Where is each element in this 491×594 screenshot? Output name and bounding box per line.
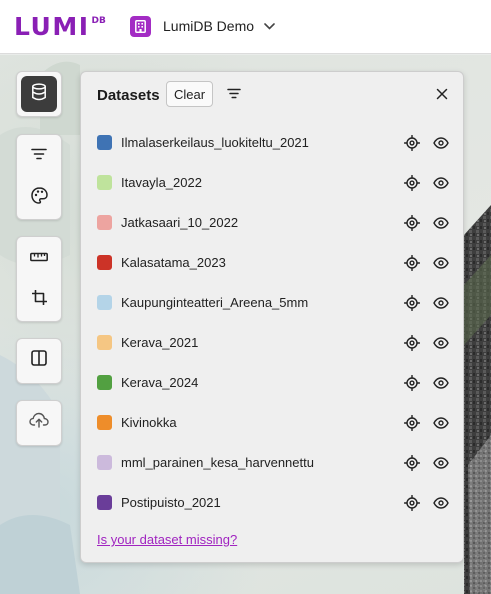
dataset-row[interactable]: Kalasatama_2023 <box>81 243 463 283</box>
project-selector[interactable]: LumiDB Demo <box>130 14 275 38</box>
database-icon <box>31 82 47 106</box>
dataset-name: Kerava_2024 <box>121 375 199 390</box>
eye-icon[interactable] <box>433 176 449 194</box>
eye-icon[interactable] <box>433 216 449 234</box>
crop-icon <box>31 289 47 310</box>
dataset-name: Itavayla_2022 <box>121 175 202 190</box>
dataset-name: Kaupunginteatteri_Areena_5mm <box>121 295 309 310</box>
locate-icon[interactable] <box>403 374 421 396</box>
locate-icon[interactable] <box>403 414 421 436</box>
filter-icon <box>31 147 47 165</box>
dataset-name: Kalasatama_2023 <box>121 255 226 270</box>
dataset-color-swatch[interactable] <box>97 335 112 350</box>
dataset-name: Ilmalaserkeilaus_luokiteltu_2021 <box>121 135 309 150</box>
dataset-row[interactable]: Ilmalaserkeilaus_luokiteltu_2021 <box>81 123 463 163</box>
eye-icon[interactable] <box>433 336 449 354</box>
upload-button[interactable] <box>17 401 61 443</box>
dataset-row[interactable]: mml_parainen_kesa_harvennettu <box>81 443 463 483</box>
datasets-button[interactable] <box>21 76 57 112</box>
eye-icon[interactable] <box>433 416 449 434</box>
dataset-row[interactable]: Kerava_2024 <box>81 363 463 403</box>
dataset-name: Postipuisto_2021 <box>121 495 221 510</box>
locate-icon[interactable] <box>403 294 421 316</box>
dataset-name: Jatkasaari_10_2022 <box>121 215 239 230</box>
ruler-icon <box>30 249 48 267</box>
dataset-color-swatch[interactable] <box>97 135 112 150</box>
dataset-row[interactable]: Kerava_2021 <box>81 323 463 363</box>
toolbar-measure-group <box>16 236 62 322</box>
split-view-button[interactable] <box>17 339 61 381</box>
building-icon <box>130 15 151 37</box>
dataset-row[interactable]: Kaupunginteatteri_Areena_5mm <box>81 283 463 323</box>
locate-icon[interactable] <box>403 214 421 236</box>
clear-button[interactable]: Clear <box>166 81 213 107</box>
logo-superscript: DB <box>91 16 106 26</box>
app-logo[interactable]: LUMI DB <box>14 14 106 39</box>
eye-icon[interactable] <box>433 256 449 274</box>
toolbar-upload-group <box>16 400 62 446</box>
dataset-missing-link[interactable]: Is your dataset missing? <box>97 532 237 547</box>
locate-icon[interactable] <box>403 334 421 356</box>
dataset-color-swatch[interactable] <box>97 255 112 270</box>
measure-button[interactable] <box>17 237 61 279</box>
dataset-name: Kerava_2021 <box>121 335 199 350</box>
locate-icon[interactable] <box>403 454 421 476</box>
dataset-color-swatch[interactable] <box>97 295 112 310</box>
toolbar-view-group <box>16 338 62 384</box>
filter-icon[interactable] <box>227 86 241 104</box>
chevron-down-icon[interactable] <box>264 17 275 35</box>
dataset-name: mml_parainen_kesa_harvennettu <box>121 455 314 470</box>
palette-icon <box>30 187 48 209</box>
eye-icon[interactable] <box>433 136 449 154</box>
locate-icon[interactable] <box>403 254 421 276</box>
close-icon[interactable] <box>436 87 448 105</box>
cloud-upload-icon <box>29 412 49 433</box>
dataset-row[interactable]: Postipuisto_2021 <box>81 483 463 523</box>
eye-icon[interactable] <box>433 376 449 394</box>
locate-icon[interactable] <box>403 494 421 516</box>
project-name: LumiDB Demo <box>163 18 255 34</box>
dataset-row[interactable]: Jatkasaari_10_2022 <box>81 203 463 243</box>
datasets-panel: Datasets Clear Ilmalaserkeilaus_luokitel… <box>80 71 464 563</box>
eye-icon[interactable] <box>433 496 449 514</box>
dataset-color-swatch[interactable] <box>97 495 112 510</box>
dataset-color-swatch[interactable] <box>97 175 112 190</box>
dataset-row[interactable]: Itavayla_2022 <box>81 163 463 203</box>
crop-button[interactable] <box>17 279 61 321</box>
filter-button[interactable] <box>17 135 61 177</box>
dataset-color-swatch[interactable] <box>97 415 112 430</box>
dataset-color-swatch[interactable] <box>97 375 112 390</box>
dataset-color-swatch[interactable] <box>97 215 112 230</box>
split-view-icon <box>31 349 47 371</box>
toolbar-datasets-group <box>16 71 62 117</box>
dataset-color-swatch[interactable] <box>97 455 112 470</box>
toolbar-style-group <box>16 134 62 220</box>
eye-icon[interactable] <box>433 296 449 314</box>
locate-icon[interactable] <box>403 174 421 196</box>
dataset-row[interactable]: Kivinokka <box>81 403 463 443</box>
locate-icon[interactable] <box>403 134 421 156</box>
color-style-button[interactable] <box>17 177 61 219</box>
dataset-name: Kivinokka <box>121 415 177 430</box>
eye-icon[interactable] <box>433 456 449 474</box>
dataset-list: Ilmalaserkeilaus_luokiteltu_2021 Itavayl… <box>81 123 463 523</box>
panel-title: Datasets <box>97 87 160 104</box>
logo-text: LUMI <box>14 12 90 41</box>
app-header: LUMI DB LumiDB Demo <box>0 0 491 54</box>
